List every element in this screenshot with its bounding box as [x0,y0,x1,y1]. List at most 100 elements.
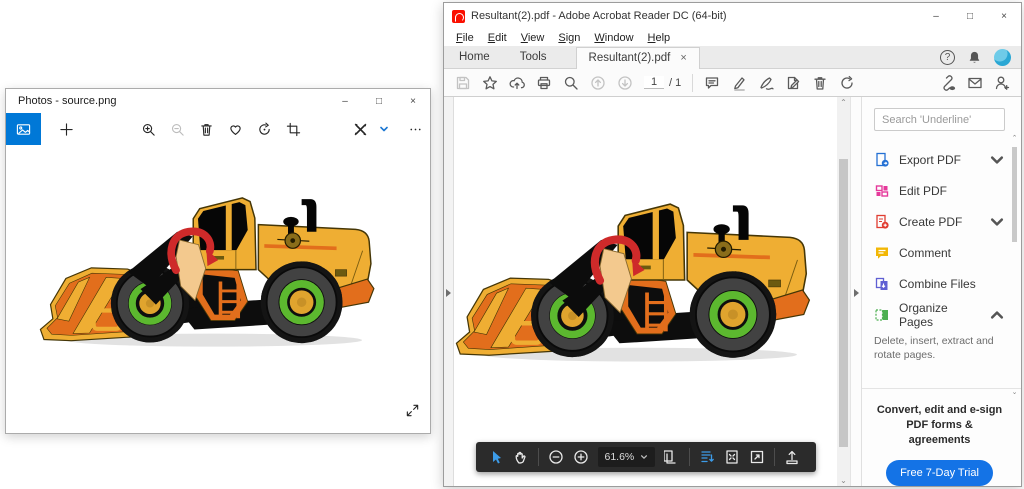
zoom-in-icon [141,122,156,137]
page-thumbnails-icon[interactable] [664,449,680,465]
hand-tool-icon[interactable] [513,449,529,465]
trash-icon [199,122,214,137]
tool-comment[interactable]: Comment [874,237,1005,268]
organize-pages-description: Delete, insert, extract and rotate pages… [874,334,1005,362]
tool-label: Edit PDF [899,184,947,198]
menu-sign[interactable]: Sign [552,32,586,44]
photos-icon [16,122,31,137]
tool-edit-pdf[interactable]: Edit PDF [874,175,1005,206]
tab-document-label: Resultant(2).pdf [589,48,671,69]
zoom-in-icon[interactable] [573,449,589,465]
pdf-document-page: 61.6% [454,97,837,486]
minimize-button[interactable]: – [919,4,953,28]
scroll-down-icon[interactable]: ⌄ [837,476,850,485]
scrolling-mode-icon[interactable] [699,449,715,465]
close-button[interactable]: × [396,89,430,113]
navigation-pane-expand-icon[interactable] [446,289,451,297]
maximize-button[interactable]: □ [953,4,987,28]
photos-window: Photos - source.png – □ × [5,88,431,434]
maximize-button[interactable]: □ [362,89,396,113]
notifications-bell-icon[interactable] [967,50,982,65]
menu-view[interactable]: View [515,32,551,44]
menu-file[interactable]: File [450,32,480,44]
refresh-icon[interactable] [839,75,855,91]
menu-bar: File Edit View Sign Window Help [444,29,1021,46]
chevron-down-icon[interactable] [989,152,1005,168]
wheel-loader-image [455,201,819,364]
zoom-level-dropdown[interactable]: 61.6% [598,447,656,467]
free-trial-button[interactable]: Free 7-Day Trial [886,460,993,486]
comment-icon[interactable] [704,75,720,91]
menu-window[interactable]: Window [588,32,639,44]
highlight-icon[interactable] [731,75,747,91]
more-tools-pencil-icon[interactable] [785,75,801,91]
cloud-upload-icon[interactable] [509,75,525,91]
tool-label: Comment [899,246,951,260]
tools-list: Export PDF Edit PDF Create PDF Comment [874,144,1005,330]
see-all-photos-button[interactable] [6,113,41,145]
menu-edit[interactable]: Edit [482,32,513,44]
save-icon[interactable] [455,75,471,91]
scrollbar-thumb[interactable] [839,159,848,447]
edit-create-expand[interactable] [376,114,393,144]
fill-sign-icon[interactable] [758,75,774,91]
share-link-icon[interactable] [940,75,956,91]
share-upload-icon[interactable] [784,449,800,465]
add-user-icon[interactable] [994,75,1010,91]
account-avatar[interactable] [994,49,1011,66]
tools-search-input[interactable] [874,108,1005,131]
panel-divider [862,388,1021,389]
chevron-down-icon[interactable] [989,214,1005,230]
star-icon[interactable] [482,75,498,91]
delete-button[interactable] [192,114,221,144]
tab-document[interactable]: Resultant(2).pdf × [576,47,700,69]
photos-window-title: Photos - source.png [6,95,328,107]
zoom-out-icon [170,122,185,137]
print-icon[interactable] [536,75,552,91]
fit-page-icon[interactable] [724,449,740,465]
select-tool-icon[interactable] [488,449,504,465]
email-icon[interactable] [967,75,983,91]
photos-canvas [6,145,430,433]
favorite-button[interactable] [221,114,250,144]
next-page-icon[interactable] [617,75,633,91]
scrollbar-thumb[interactable] [1012,147,1017,242]
close-button[interactable]: × [987,4,1021,28]
tab-home[interactable]: Home [444,46,505,68]
edit-create-button[interactable] [346,114,375,144]
zoom-out-button[interactable] [163,114,192,144]
page-number-input[interactable]: 1 [644,76,664,89]
tool-combine-files[interactable]: Combine Files [874,268,1005,299]
delete-icon[interactable] [812,75,828,91]
crop-button[interactable] [279,114,308,144]
acrobat-window: Resultant(2).pdf - Adobe Acrobat Reader … [443,2,1022,487]
chevron-down-icon [379,124,389,134]
rotate-button[interactable] [250,114,279,144]
fullscreen-button[interactable] [405,403,420,423]
more-options-button[interactable] [401,114,430,144]
previous-page-icon[interactable] [590,75,606,91]
expand-icon [405,403,420,418]
panel-scrollbar[interactable]: ⌃ ⌄ [1010,140,1019,392]
zoom-out-icon[interactable] [548,449,564,465]
chevron-up-icon[interactable] [989,307,1005,323]
acrobat-titlebar: Resultant(2).pdf - Adobe Acrobat Reader … [444,3,1021,29]
menu-help[interactable]: Help [642,32,677,44]
document-scrollbar[interactable]: ⌃ ⌄ [837,97,850,486]
photos-toolbar [6,113,430,145]
tab-close-icon[interactable]: × [680,48,686,69]
zoom-in-button[interactable] [134,114,163,144]
fullscreen-icon[interactable] [749,449,765,465]
scroll-down-icon[interactable]: ⌄ [1010,388,1019,396]
tool-export-pdf[interactable]: Export PDF [874,144,1005,175]
help-button[interactable]: ? [940,50,955,65]
minimize-button[interactable]: – [328,89,362,113]
tools-pane-toggle-icon[interactable] [854,289,859,297]
tab-tools[interactable]: Tools [505,46,562,68]
tool-create-pdf[interactable]: Create PDF [874,206,1005,237]
scroll-up-icon[interactable]: ⌃ [1010,134,1019,142]
add-button[interactable] [52,114,81,144]
tool-organize-pages[interactable]: Organize Pages [874,299,1005,330]
scroll-up-icon[interactable]: ⌃ [837,98,850,107]
find-icon[interactable] [563,75,579,91]
